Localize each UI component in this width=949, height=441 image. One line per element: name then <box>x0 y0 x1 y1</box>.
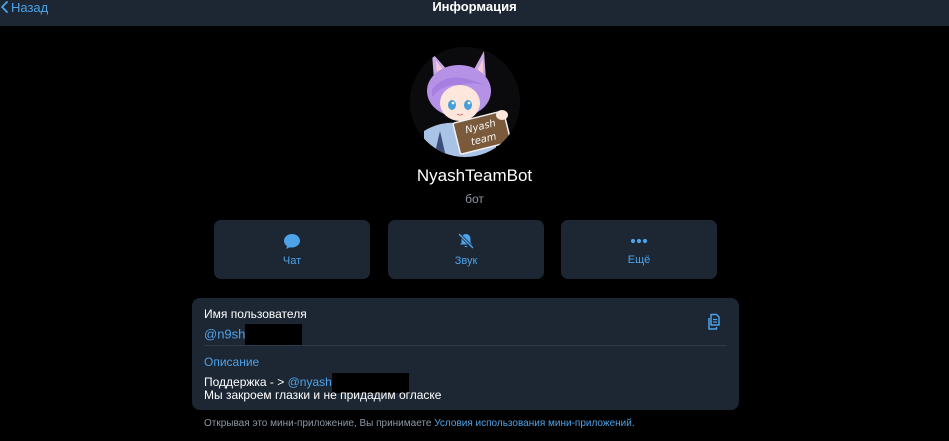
redacted-block <box>245 324 303 346</box>
more-dots-icon <box>630 238 648 244</box>
description-label: Описание <box>204 355 260 369</box>
username-label: Имя пользователя <box>204 307 307 321</box>
info-divider <box>204 345 727 346</box>
terms-footer: Открывая это мини-приложение, Вы принима… <box>204 418 635 429</box>
footer-end: . <box>631 418 635 429</box>
avatar-illustration: Nyash team <box>410 47 520 157</box>
bot-type-label: бот <box>465 192 484 206</box>
bot-name: NyashTeamBot <box>416 166 533 185</box>
bell-muted-icon <box>458 233 474 249</box>
chat-button-label: Чат <box>282 254 302 267</box>
page-title: Информация <box>432 0 517 14</box>
chat-bubble-icon <box>284 233 300 249</box>
info-card: Имя пользователя @n9sh Описание Поддержк… <box>192 298 739 410</box>
more-button[interactable]: Ещё <box>561 220 717 279</box>
bot-avatar[interactable]: Nyash team <box>410 47 520 157</box>
sound-button-label: Звук <box>454 255 478 267</box>
top-bar: Назад Информация <box>0 0 949 26</box>
description-line-2: Мы закроем глазки и не придадим огласке <box>204 388 442 402</box>
sound-button[interactable]: Звук <box>388 220 544 279</box>
copy-icon <box>708 313 720 330</box>
more-button-label: Ещё <box>627 254 651 266</box>
footer-text: Открывая это мини-приложение, Вы принима… <box>204 418 435 429</box>
terms-link[interactable]: Условия использования мини-приложений <box>434 418 632 429</box>
chat-button[interactable]: Чат <box>214 220 370 279</box>
username-value[interactable]: @n9sh <box>204 324 303 346</box>
copy-username-button[interactable] <box>705 312 725 337</box>
username-text: @n9sh <box>204 326 246 342</box>
